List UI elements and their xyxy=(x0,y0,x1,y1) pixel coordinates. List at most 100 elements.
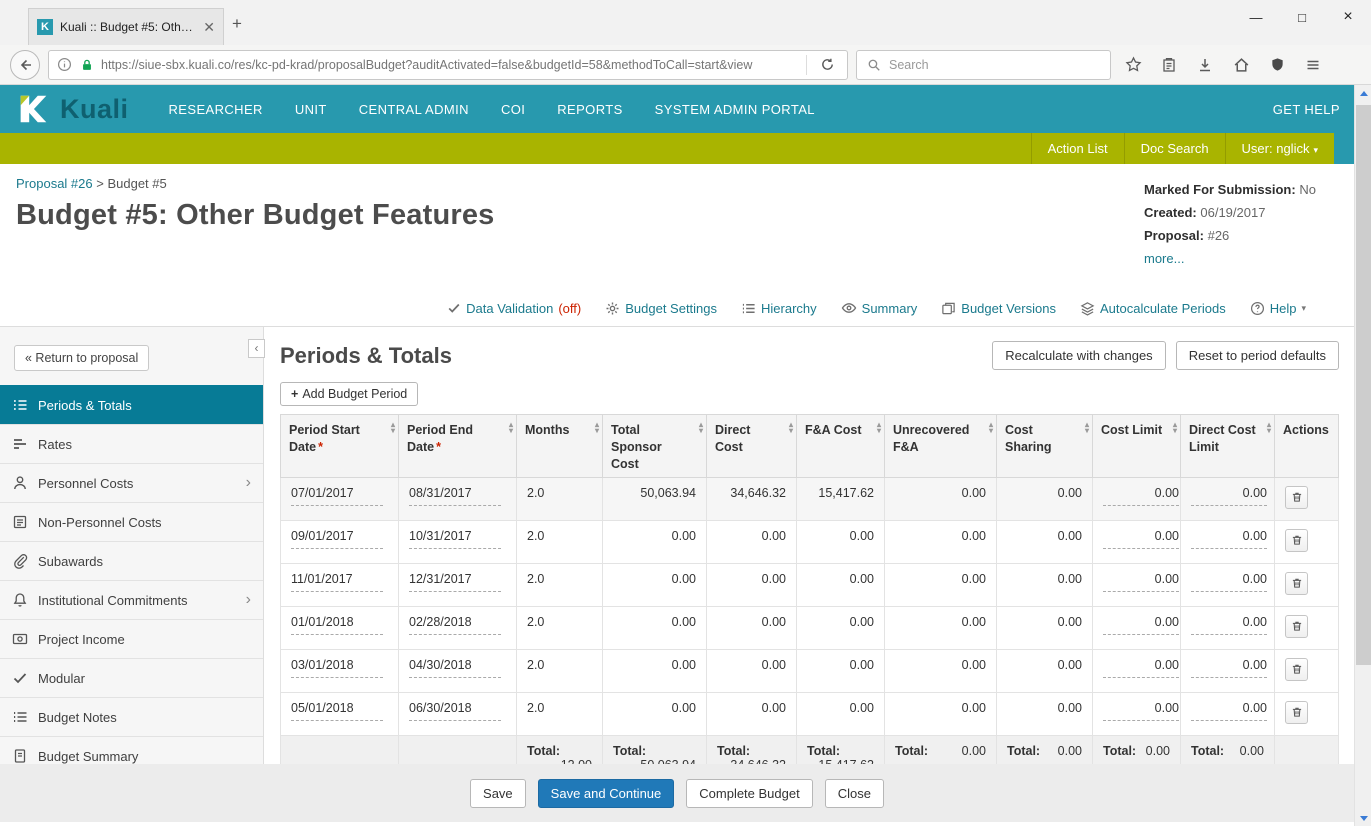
save-and-continue-button[interactable]: Save and Continue xyxy=(538,779,675,808)
add-budget-period-button[interactable]: +Add Budget Period xyxy=(280,382,418,406)
col-cost-sharing[interactable]: Cost Sharing▴▾ xyxy=(997,415,1093,478)
sidebar-collapse-button[interactable]: ‹ xyxy=(248,339,265,358)
sort-icon[interactable]: ▴▾ xyxy=(1085,422,1089,434)
summary-button[interactable]: Summary xyxy=(841,300,918,316)
nav-item-reports[interactable]: REPORTS xyxy=(557,102,622,117)
col-cost-limit[interactable]: Cost Limit▴▾ xyxy=(1093,415,1181,478)
back-icon[interactable] xyxy=(10,50,40,80)
nav-item-unit[interactable]: UNIT xyxy=(295,102,327,117)
hierarchy-button[interactable]: Hierarchy xyxy=(741,301,817,316)
period-end-field[interactable]: 10/31/2017 xyxy=(409,529,501,549)
cost-limit-field[interactable]: 0.00 xyxy=(1103,658,1179,678)
scroll-down-icon[interactable] xyxy=(1355,810,1371,826)
direct-cost-limit-field[interactable]: 0.00 xyxy=(1191,615,1267,635)
sidebar-item-non-personnel-costs[interactable]: Non-Personnel Costs xyxy=(0,502,263,541)
reload-icon[interactable] xyxy=(813,51,841,79)
delete-period-button[interactable] xyxy=(1285,529,1308,552)
data-validation-button[interactable]: Data Validation (off) xyxy=(447,301,581,316)
budget-versions-button[interactable]: Budget Versions xyxy=(941,301,1056,316)
col-period-end[interactable]: Period End Date*▴▾ xyxy=(399,415,517,478)
return-to-proposal-button[interactable]: « Return to proposal xyxy=(14,345,149,371)
scroll-up-icon[interactable] xyxy=(1355,85,1371,101)
col-period-start[interactable]: Period Start Date*▴▾ xyxy=(281,415,399,478)
user-menu[interactable]: User: nglick▾ xyxy=(1225,133,1334,164)
url-bar[interactable] xyxy=(48,50,848,80)
sidebar-item-rates[interactable]: Rates xyxy=(0,424,263,463)
direct-cost-limit-field[interactable]: 0.00 xyxy=(1191,529,1267,549)
sort-icon[interactable]: ▴▾ xyxy=(789,422,793,434)
period-end-field[interactable]: 12/31/2017 xyxy=(409,572,501,592)
period-end-field[interactable]: 02/28/2018 xyxy=(409,615,501,635)
direct-cost-limit-field[interactable]: 0.00 xyxy=(1191,701,1267,721)
sidebar-item-project-income[interactable]: Project Income xyxy=(0,619,263,658)
period-end-field[interactable]: 04/30/2018 xyxy=(409,658,501,678)
scrollbar-thumb[interactable] xyxy=(1356,105,1371,665)
minimize-button[interactable]: — xyxy=(1233,0,1279,34)
info-icon[interactable] xyxy=(55,51,73,79)
col-direct-cost-limit[interactable]: Direct Cost Limit▴▾ xyxy=(1181,415,1275,478)
url-input[interactable] xyxy=(101,58,800,72)
nav-item-coi[interactable]: COI xyxy=(501,102,525,117)
nav-item-system-admin-portal[interactable]: SYSTEM ADMIN PORTAL xyxy=(655,102,815,117)
search-input[interactable] xyxy=(889,58,1102,72)
period-end-field[interactable]: 08/31/2017 xyxy=(409,486,501,506)
more-link[interactable]: more... xyxy=(1144,251,1184,266)
search-bar[interactable] xyxy=(856,50,1111,80)
new-tab-button[interactable]: + xyxy=(232,14,242,34)
sidebar-item-subawards[interactable]: Subawards xyxy=(0,541,263,580)
save-button[interactable]: Save xyxy=(470,779,526,808)
downloads-icon[interactable] xyxy=(1191,51,1219,79)
period-start-field[interactable]: 03/01/2018 xyxy=(291,658,383,678)
bookmark-star-icon[interactable] xyxy=(1119,51,1147,79)
cost-limit-field[interactable]: 0.00 xyxy=(1103,486,1179,506)
breadcrumb-proposal-link[interactable]: Proposal #26 xyxy=(16,176,93,191)
tab-close-icon[interactable]: ✕ xyxy=(203,19,215,36)
autocalculate-periods-button[interactable]: Autocalculate Periods xyxy=(1080,301,1226,316)
menu-hamburger-icon[interactable] xyxy=(1299,51,1327,79)
direct-cost-limit-field[interactable]: 0.00 xyxy=(1191,486,1267,506)
period-start-field[interactable]: 01/01/2018 xyxy=(291,615,383,635)
delete-period-button[interactable] xyxy=(1285,658,1308,681)
cost-limit-field[interactable]: 0.00 xyxy=(1103,572,1179,592)
nav-item-researcher[interactable]: RESEARCHER xyxy=(169,102,263,117)
recalculate-button[interactable]: Recalculate with changes xyxy=(992,341,1165,370)
sort-icon[interactable]: ▴▾ xyxy=(391,422,395,434)
delete-period-button[interactable] xyxy=(1285,572,1308,595)
browser-tab[interactable]: K Kuali :: Budget #5: Other Bu ✕ xyxy=(28,8,224,45)
direct-cost-limit-field[interactable]: 0.00 xyxy=(1191,658,1267,678)
vertical-scrollbar[interactable] xyxy=(1354,85,1371,826)
lock-icon[interactable] xyxy=(79,51,95,79)
sort-icon[interactable]: ▴▾ xyxy=(989,422,993,434)
home-icon[interactable] xyxy=(1227,51,1255,79)
sidebar-item-personnel-costs[interactable]: Personnel Costs › xyxy=(0,463,263,502)
sort-icon[interactable]: ▴▾ xyxy=(699,422,703,434)
close-budget-button[interactable]: Close xyxy=(825,779,884,808)
sidebar-item-modular[interactable]: Modular xyxy=(0,658,263,697)
period-start-field[interactable]: 11/01/2017 xyxy=(291,572,383,592)
period-start-field[interactable]: 09/01/2017 xyxy=(291,529,383,549)
maximize-button[interactable]: □ xyxy=(1279,0,1325,34)
bookmarks-clipboard-icon[interactable] xyxy=(1155,51,1183,79)
delete-period-button[interactable] xyxy=(1285,615,1308,638)
reset-defaults-button[interactable]: Reset to period defaults xyxy=(1176,341,1339,370)
sidebar-item-budget-summary[interactable]: Budget Summary xyxy=(0,736,263,764)
close-button[interactable]: × xyxy=(1325,0,1371,34)
sort-icon[interactable]: ▴▾ xyxy=(595,422,599,434)
get-help-link[interactable]: GET HELP xyxy=(1273,102,1340,117)
sidebar-item-budget-notes[interactable]: Budget Notes xyxy=(0,697,263,736)
delete-period-button[interactable] xyxy=(1285,701,1308,724)
sort-icon[interactable]: ▴▾ xyxy=(509,422,513,434)
kuali-brand[interactable]: Kuali xyxy=(14,90,129,128)
col-fa-cost[interactable]: F&A Cost▴▾ xyxy=(797,415,885,478)
budget-settings-button[interactable]: Budget Settings xyxy=(605,301,717,316)
col-months[interactable]: Months▴▾ xyxy=(517,415,603,478)
sort-icon[interactable]: ▴▾ xyxy=(877,422,881,434)
period-end-field[interactable]: 06/30/2018 xyxy=(409,701,501,721)
sidebar-item-periods-totals[interactable]: Periods & Totals xyxy=(0,385,263,424)
sidebar-item-institutional-commitments[interactable]: Institutional Commitments › xyxy=(0,580,263,619)
action-list-link[interactable]: Action List xyxy=(1031,133,1124,164)
nav-item-central-admin[interactable]: CENTRAL ADMIN xyxy=(359,102,469,117)
col-unrecovered-fa[interactable]: Unrecovered F&A▴▾ xyxy=(885,415,997,478)
direct-cost-limit-field[interactable]: 0.00 xyxy=(1191,572,1267,592)
cost-limit-field[interactable]: 0.00 xyxy=(1103,615,1179,635)
